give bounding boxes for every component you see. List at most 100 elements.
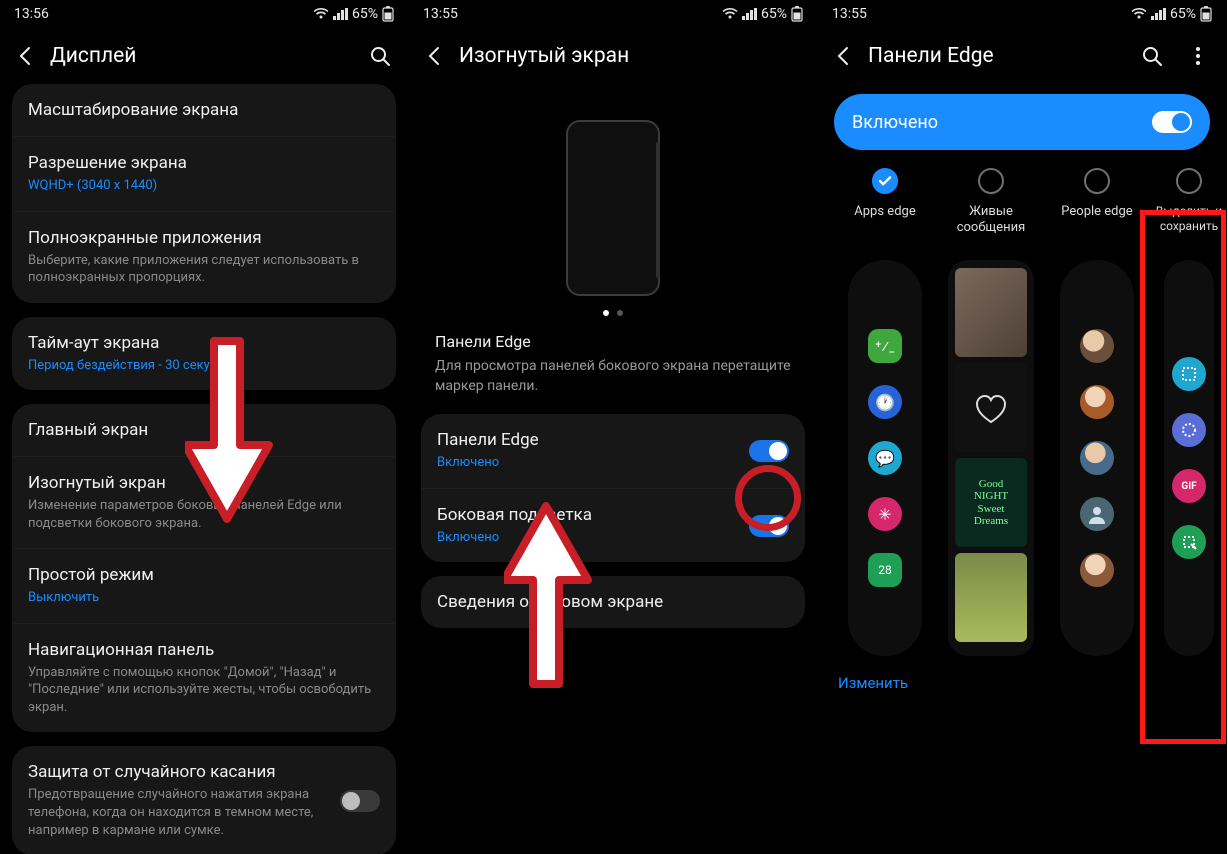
item-home-screen[interactable]: Главный экран <box>12 404 396 456</box>
item-edge-screen[interactable]: Изогнутый экран Изменение параметров бок… <box>12 456 396 548</box>
avatar <box>1080 553 1114 587</box>
page-title: Дисплей <box>50 44 354 68</box>
more-vert-icon <box>1187 45 1209 67</box>
panel-checkbox-live[interactable] <box>978 168 1004 194</box>
app-icon-clock: 🕐 <box>868 385 902 419</box>
back-button[interactable] <box>417 45 453 67</box>
avatar <box>1080 385 1114 419</box>
screenshot-2-edge-screen: 13:55 65% Изогнутый экран Панели Edge Дл… <box>409 0 818 854</box>
item-screen-timeout[interactable]: Тайм-аут экрана Период бездействия - 30 … <box>12 317 396 391</box>
panel-label: Выделить и сохранить <box>1150 204 1226 238</box>
item-fullscreen-apps[interactable]: Полноэкранные приложения Выберите, какие… <box>12 211 396 303</box>
more-button[interactable] <box>1178 45 1218 67</box>
dot-inactive <box>617 310 623 316</box>
edge-panel-live-messages[interactable]: Живые сообщения GoodNIGHTSweetDreams <box>938 168 1044 656</box>
description-block: Панели Edge Для просмотра панелей боково… <box>409 326 817 414</box>
description-title: Панели Edge <box>435 332 791 351</box>
header: Панели Edge <box>818 28 1226 84</box>
battery-percent: 65% <box>1170 6 1196 22</box>
avatar <box>1080 329 1114 363</box>
status-bar: 13:56 65% <box>0 0 408 28</box>
dot-active <box>603 310 609 316</box>
select-icon-gif: GIF <box>1172 469 1206 503</box>
back-button[interactable] <box>826 45 862 67</box>
app-icon-flower: ✳ <box>868 497 902 531</box>
battery-icon <box>1200 6 1212 22</box>
status-bar: 13:55 65% <box>409 0 817 28</box>
battery-icon <box>382 6 394 22</box>
header: Дисплей <box>0 28 408 84</box>
header: Изогнутый экран <box>409 28 817 84</box>
item-navigation-bar[interactable]: Навигационная панель Управляйте с помощь… <box>12 623 396 733</box>
panel-preview-live: GoodNIGHTSweetDreams <box>948 260 1034 656</box>
status-icons: 65% <box>1131 6 1212 22</box>
wifi-icon <box>722 8 738 20</box>
signal-icon <box>742 8 757 20</box>
check-icon <box>878 174 892 188</box>
edge-panels-toggle[interactable] <box>749 440 789 462</box>
app-icon-calendar: 28 <box>868 553 902 587</box>
battery-icon <box>791 6 803 22</box>
select-icon-rect <box>1172 357 1206 391</box>
item-easy-mode[interactable]: Простой режим Выключить <box>12 548 396 623</box>
page-title: Панели Edge <box>868 44 1126 68</box>
edge-panel-smart-select[interactable]: Выделить и сохранить GIF <box>1150 168 1226 656</box>
page-dots <box>603 310 623 316</box>
status-time: 13:56 <box>14 6 49 22</box>
back-button[interactable] <box>8 45 44 67</box>
panel-label: Apps edge <box>854 204 915 238</box>
edit-link[interactable]: Изменить <box>818 656 1226 692</box>
description-body: Для просмотра панелей бокового экрана пе… <box>435 357 791 396</box>
status-time: 13:55 <box>423 6 458 22</box>
signal-icon <box>333 8 348 20</box>
wifi-icon <box>313 8 329 20</box>
app-icon-calculator: ⁺⁄₋ <box>868 329 902 363</box>
screenshot-3-edge-panels: 13:55 65% Панели Edge Включено Apps edg <box>818 0 1227 854</box>
screenshot-1-display-settings: 13:56 65% Дисплей Масштабирование экрана… <box>0 0 409 854</box>
search-icon <box>1141 45 1163 67</box>
device-preview <box>409 84 817 326</box>
chevron-left-icon <box>15 45 37 67</box>
panel-label: Живые сообщения <box>938 204 1044 238</box>
panel-checkbox-select[interactable] <box>1176 168 1202 194</box>
status-icons: 65% <box>722 6 803 22</box>
panel-preview-people <box>1060 260 1134 656</box>
item-resolution[interactable]: Разрешение экрана WQHD+ (3040 x 1440) <box>12 136 396 211</box>
master-toggle[interactable] <box>1152 111 1192 133</box>
status-bar: 13:55 65% <box>818 0 1226 28</box>
panel-checkbox-people[interactable] <box>1084 168 1110 194</box>
accidental-touch-toggle[interactable] <box>340 790 380 812</box>
item-about-edge[interactable]: Сведения о боковом экране <box>421 576 805 628</box>
master-toggle-row[interactable]: Включено <box>834 94 1210 150</box>
panel-label: People edge <box>1061 204 1132 238</box>
search-button[interactable] <box>360 45 400 67</box>
device-illustration <box>566 120 660 296</box>
live-tile <box>955 363 1027 452</box>
page-title: Изогнутый экран <box>459 44 809 68</box>
live-tile <box>955 268 1027 357</box>
annotation-red-circle <box>735 465 801 531</box>
live-tile: GoodNIGHTSweetDreams <box>955 458 1027 547</box>
edge-panel-apps[interactable]: Apps edge ⁺⁄₋ 🕐 💬 ✳ 28 <box>832 168 938 656</box>
status-time: 13:55 <box>832 6 867 22</box>
avatar <box>1080 441 1114 475</box>
battery-percent: 65% <box>761 6 787 22</box>
item-accidental-touch[interactable]: Защита от случайного касания Предотвраще… <box>12 746 396 854</box>
settings-list: Масштабирование экрана Разрешение экрана… <box>0 84 408 854</box>
chevron-left-icon <box>833 45 855 67</box>
edge-panels-row: Apps edge ⁺⁄₋ 🕐 💬 ✳ 28 Живые сообщения G… <box>818 168 1226 656</box>
edge-panel-people[interactable]: People edge <box>1044 168 1150 656</box>
item-screen-zoom[interactable]: Масштабирование экрана <box>12 84 396 136</box>
status-icons: 65% <box>313 6 394 22</box>
panel-checkbox-apps[interactable] <box>872 168 898 194</box>
search-button[interactable] <box>1132 45 1172 67</box>
chevron-left-icon <box>424 45 446 67</box>
select-icon-pin <box>1172 525 1206 559</box>
battery-percent: 65% <box>352 6 378 22</box>
live-tile <box>955 553 1027 642</box>
select-icon-oval <box>1172 413 1206 447</box>
app-icon-messages: 💬 <box>868 441 902 475</box>
wifi-icon <box>1131 8 1147 20</box>
avatar-placeholder <box>1080 497 1114 531</box>
master-toggle-label: Включено <box>852 112 938 133</box>
